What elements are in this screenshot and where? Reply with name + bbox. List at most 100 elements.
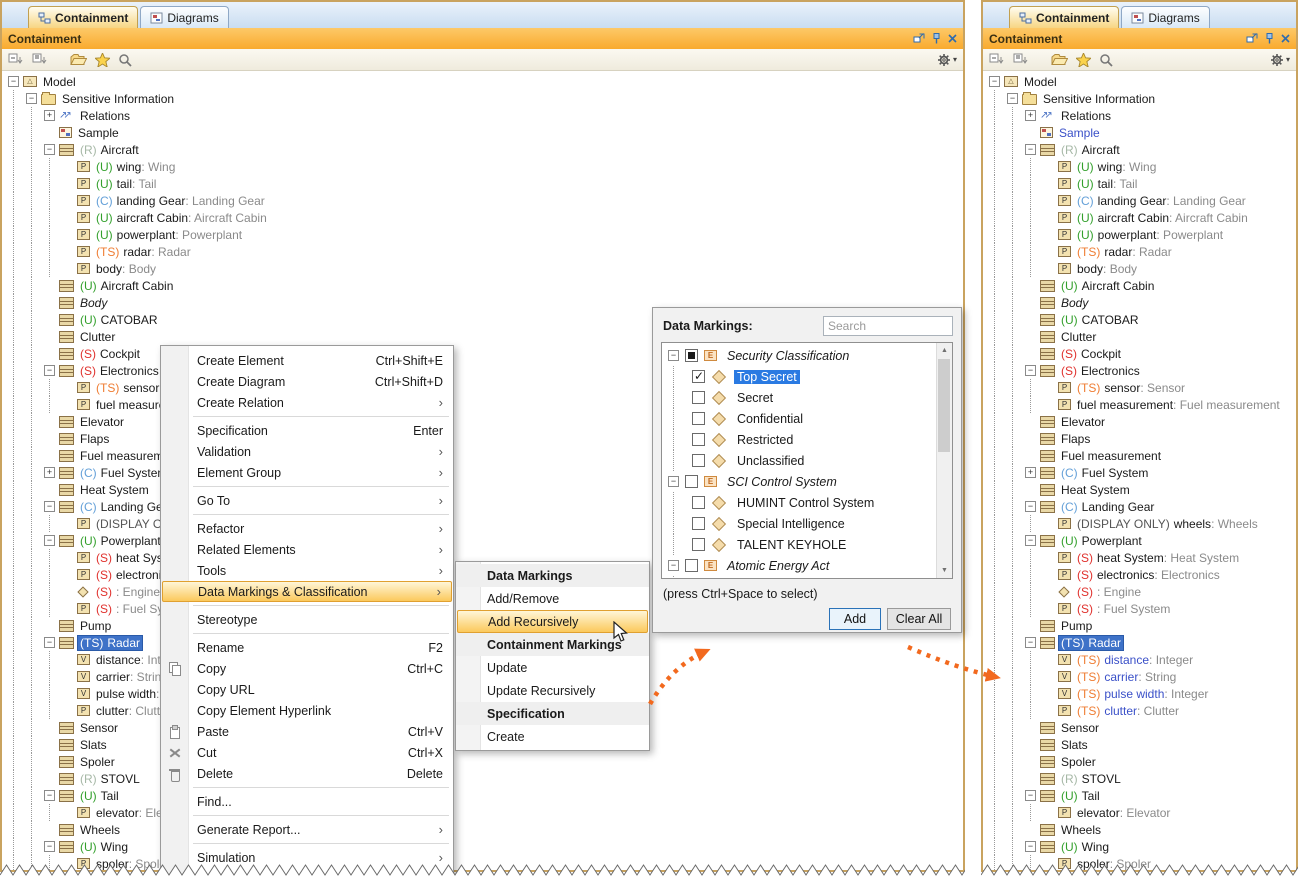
submenu-item-update[interactable]: Update [456, 656, 649, 679]
favorites-star-icon[interactable] [95, 53, 110, 67]
options-gear-icon[interactable] [1270, 53, 1284, 67]
tree-item[interactable]: P(U)wing : Wing [985, 158, 1294, 175]
menu-item-find[interactable]: Find... [161, 791, 453, 812]
menu-item-create-diagram[interactable]: Create DiagramCtrl+Shift+D [161, 371, 453, 392]
tree-item[interactable]: −Sensitive Information [985, 90, 1294, 107]
checkbox[interactable] [692, 433, 705, 446]
marking-item[interactable]: Special Intelligence [662, 513, 936, 534]
clear-all-button[interactable]: Clear All [887, 608, 951, 630]
submenu-item-update-recursively[interactable]: Update Recursively [456, 679, 649, 702]
marking-item[interactable]: Restricted [662, 429, 936, 450]
tree-item[interactable]: (U)Aircraft Cabin [4, 277, 961, 294]
tree-item[interactable]: Spoler [985, 753, 1294, 770]
tree-item[interactable]: Body [985, 294, 1294, 311]
tree-item[interactable]: −(U)Wing [4, 838, 961, 855]
tree-item[interactable]: Pump [985, 617, 1294, 634]
expander-icon[interactable]: − [1025, 365, 1036, 376]
expander-icon[interactable]: + [1025, 110, 1036, 121]
tree-item[interactable]: P(U)tail : Tail [4, 175, 961, 192]
marking-item-selected[interactable]: Top Secret [662, 366, 936, 387]
tree-item[interactable]: Wheels [4, 821, 961, 838]
tree-item[interactable]: Pbody : Body [985, 260, 1294, 277]
tree-item[interactable]: −(R)Aircraft [985, 141, 1294, 158]
tree-item[interactable]: (S) : Engine [985, 583, 1294, 600]
scroll-down-icon[interactable]: ▼ [937, 563, 952, 578]
scrollbar-thumb[interactable] [938, 359, 950, 452]
tree-item[interactable]: −△Model [4, 73, 961, 90]
checkbox[interactable] [692, 496, 705, 509]
checkbox[interactable] [685, 475, 698, 488]
scrollbar[interactable]: ▲ ▼ [936, 343, 952, 578]
tab-containment[interactable]: Containment [1009, 6, 1119, 28]
menu-item-simulation[interactable]: Simulation› [161, 847, 453, 868]
expander-icon[interactable]: − [989, 76, 1000, 87]
menu-item-element-group[interactable]: Element Group› [161, 462, 453, 483]
expander-icon[interactable]: − [44, 365, 55, 376]
checkbox[interactable] [692, 370, 705, 383]
tree-item[interactable]: P(C)landing Gear : Landing Gear [4, 192, 961, 209]
tree-item[interactable]: Elevator [985, 413, 1294, 430]
gear-caret-icon[interactable]: ▾ [1286, 55, 1290, 64]
checkbox[interactable] [692, 412, 705, 425]
marking-item[interactable]: HUMINT Control System [662, 492, 936, 513]
tree-item[interactable]: P(U)aircraft Cabin : Aircraft Cabin [4, 209, 961, 226]
menu-item-specification[interactable]: SpecificationEnter [161, 420, 453, 441]
collapse-all-icon[interactable] [989, 53, 1005, 67]
tree-item[interactable]: P(U)aircraft Cabin : Aircraft Cabin [985, 209, 1294, 226]
menu-item-language[interactable]: Language› [161, 868, 453, 879]
tree-item[interactable]: P(U)wing : Wing [4, 158, 961, 175]
tree-item[interactable]: Pelevator : Elevator [4, 804, 961, 821]
tree-item[interactable]: P(TS)radar : Radar [4, 243, 961, 260]
expander-icon[interactable]: − [44, 841, 55, 852]
menu-item-refactor[interactable]: Refactor› [161, 518, 453, 539]
tree-item[interactable]: P(U)powerplant : Powerplant [4, 226, 961, 243]
gear-caret-icon[interactable]: ▾ [953, 55, 957, 64]
add-button[interactable]: Add [829, 608, 881, 630]
expander-icon[interactable]: − [1007, 93, 1018, 104]
tree-item[interactable]: −(R)Aircraft [4, 141, 961, 158]
menu-item-go-to[interactable]: Go To› [161, 490, 453, 511]
menu-item-cut[interactable]: CutCtrl+X [161, 742, 453, 763]
tree-item[interactable]: P(TS)sensor : Sensor [985, 379, 1294, 396]
marking-item[interactable]: Secret [662, 387, 936, 408]
tree-item[interactable]: P(U)powerplant : Powerplant [985, 226, 1294, 243]
tree-item[interactable]: Fuel measurement [985, 447, 1294, 464]
tree-item[interactable]: (U)Aircraft Cabin [985, 277, 1294, 294]
expander-icon[interactable]: − [668, 476, 679, 487]
tree-item[interactable]: P(DISPLAY ONLY)wheels : Wheels [985, 515, 1294, 532]
checkbox[interactable] [685, 349, 698, 362]
tree-item[interactable]: Spoler [4, 753, 961, 770]
expander-icon[interactable]: − [668, 560, 679, 571]
marking-item[interactable]: −EAtomic Energy Act [662, 555, 936, 576]
tree-item[interactable]: −(U)Tail [985, 787, 1294, 804]
pin-icon[interactable] [1265, 33, 1274, 44]
tab-diagrams[interactable]: Diagrams [140, 6, 228, 28]
tree-item[interactable]: −△Model [985, 73, 1294, 90]
tree-item[interactable]: P(C)landing Gear : Landing Gear [985, 192, 1294, 209]
checkbox[interactable] [692, 454, 705, 467]
checkbox[interactable] [692, 391, 705, 404]
tree-item[interactable]: P(TS)clutter : Clutter [985, 702, 1294, 719]
submenu-item-add-recursively[interactable]: Add Recursively [457, 610, 648, 633]
expander-icon[interactable]: + [44, 467, 55, 478]
tree-item[interactable]: (S)Cockpit [985, 345, 1294, 362]
marking-item[interactable] [662, 576, 936, 578]
expander-icon[interactable]: + [44, 110, 55, 121]
expander-icon[interactable]: + [1025, 467, 1036, 478]
quick-search-icon[interactable] [1099, 53, 1113, 67]
expander-icon[interactable]: − [1025, 144, 1036, 155]
menu-item-tools[interactable]: Tools› [161, 560, 453, 581]
tree-item[interactable]: V(TS)carrier : String [985, 668, 1294, 685]
expander-icon[interactable]: − [44, 637, 55, 648]
tree-item[interactable]: P(U)tail : Tail [985, 175, 1294, 192]
submenu-item-create[interactable]: Create [456, 725, 649, 748]
tree-item[interactable]: −Sensitive Information [4, 90, 961, 107]
collapse-all-icon[interactable] [8, 53, 24, 67]
tree-item[interactable]: −(U)Powerplant [985, 532, 1294, 549]
marking-item[interactable]: Unclassified [662, 450, 936, 471]
tree-item[interactable]: Clutter [985, 328, 1294, 345]
expander-icon[interactable]: − [26, 93, 37, 104]
tree-item[interactable]: Pspoler : Spoler [985, 855, 1294, 870]
menu-item-copy[interactable]: CopyCtrl+C [161, 658, 453, 679]
tree-item[interactable]: P(TS)radar : Radar [985, 243, 1294, 260]
